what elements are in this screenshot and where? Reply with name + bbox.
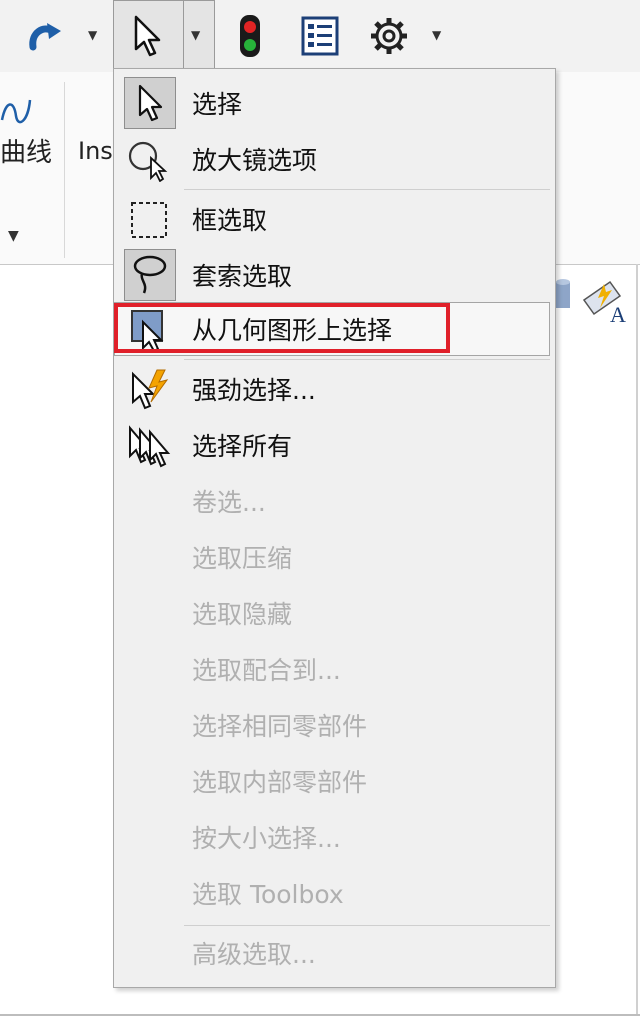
select-all-icon: [126, 423, 172, 469]
menu-item-label: 放大镜选项: [192, 146, 318, 175]
options-dropdown-icon[interactable]: ▼: [432, 28, 441, 42]
ribbon-separator: [64, 82, 65, 258]
curve-label[interactable]: 曲线: [0, 132, 52, 169]
menu-item-label: 选取压缩: [192, 544, 293, 573]
arrow-pointer-icon: [124, 77, 176, 129]
menu-item-power-select[interactable]: 强劲选择...: [114, 361, 555, 417]
menu-item-select-toolbox: 选取 Toolbox: [114, 865, 555, 921]
magnifier-pointer-icon: [126, 137, 172, 183]
highlight-annotation: [114, 303, 450, 353]
menu-item-label: 选择所有: [192, 432, 293, 461]
smart-dimension-icon[interactable]: A: [580, 278, 630, 330]
menu-item-label: 框选取: [192, 206, 268, 235]
lasso-icon: [124, 249, 176, 301]
redo-icon[interactable]: [20, 10, 70, 62]
menu-item-select-identical-components: 选择相同零部件: [114, 697, 555, 753]
svg-text:A: A: [610, 302, 626, 326]
menu-item-label: 选取 Toolbox: [192, 880, 344, 909]
menu-item-label: 强劲选择...: [192, 376, 316, 405]
menu-item-select-hidden: 选取隐藏: [114, 585, 555, 641]
menu-item-label: 套索选取: [192, 262, 293, 291]
menu-item-label: 选择: [192, 90, 243, 119]
menu-item-label: 选取内部零部件: [192, 768, 368, 797]
ribbon-dropdown-icon[interactable]: ▼: [8, 228, 19, 244]
menu-item-select-internal-components: 选取内部零部件: [114, 753, 555, 809]
select-dropdown-icon[interactable]: ▼: [191, 28, 200, 42]
menu-item-select-all[interactable]: 选择所有: [114, 417, 555, 473]
menu-item-label: 选取配合到...: [192, 656, 341, 685]
menu-item-label: 按大小选择...: [192, 824, 341, 853]
box-select-icon: [126, 197, 172, 243]
menu-item-select-mated-to: 选取配合到...: [114, 641, 555, 697]
top-toolbar: ▼ ▼ ▼: [0, 0, 640, 73]
insert-label[interactable]: Ins: [78, 137, 113, 165]
menu-item-lasso[interactable]: 套索选取: [114, 247, 555, 303]
traffic-light-icon[interactable]: [228, 10, 272, 62]
menu-item-advanced-select: 高级选取...: [114, 925, 555, 981]
power-select-icon: [126, 367, 172, 413]
window-bottom-edge: [0, 1014, 640, 1016]
redo-dropdown-icon[interactable]: ▼: [88, 28, 97, 42]
select-dropdown-menu: 选择 放大镜选项 框选取 套索选取 从几何图形上选择 强劲选择... 选择所有 …: [113, 68, 556, 988]
menu-item-select[interactable]: 选择: [114, 75, 555, 131]
window-right-edge: [636, 264, 638, 1014]
menu-item-label: 卷选...: [192, 488, 266, 517]
menu-item-label: 选择相同零部件: [192, 712, 368, 741]
cylinder-icon[interactable]: [554, 278, 572, 316]
menu-item-volume-select: 卷选...: [114, 473, 555, 529]
menu-item-box-select[interactable]: 框选取: [114, 191, 555, 247]
curve-icon[interactable]: [0, 90, 40, 134]
menu-item-magnifier[interactable]: 放大镜选项: [114, 131, 555, 187]
menu-item-select-suppressed: 选取压缩: [114, 529, 555, 585]
property-list-icon[interactable]: [296, 10, 344, 62]
select-arrow-icon[interactable]: [122, 10, 172, 62]
split-divider: [183, 0, 184, 70]
menu-separator: [184, 189, 550, 190]
menu-separator: [184, 359, 550, 360]
gear-icon[interactable]: [364, 10, 414, 62]
menu-item-label: 选取隐藏: [192, 600, 293, 629]
menu-item-label: 高级选取...: [192, 940, 316, 969]
menu-item-select-by-size: 按大小选择...: [114, 809, 555, 865]
